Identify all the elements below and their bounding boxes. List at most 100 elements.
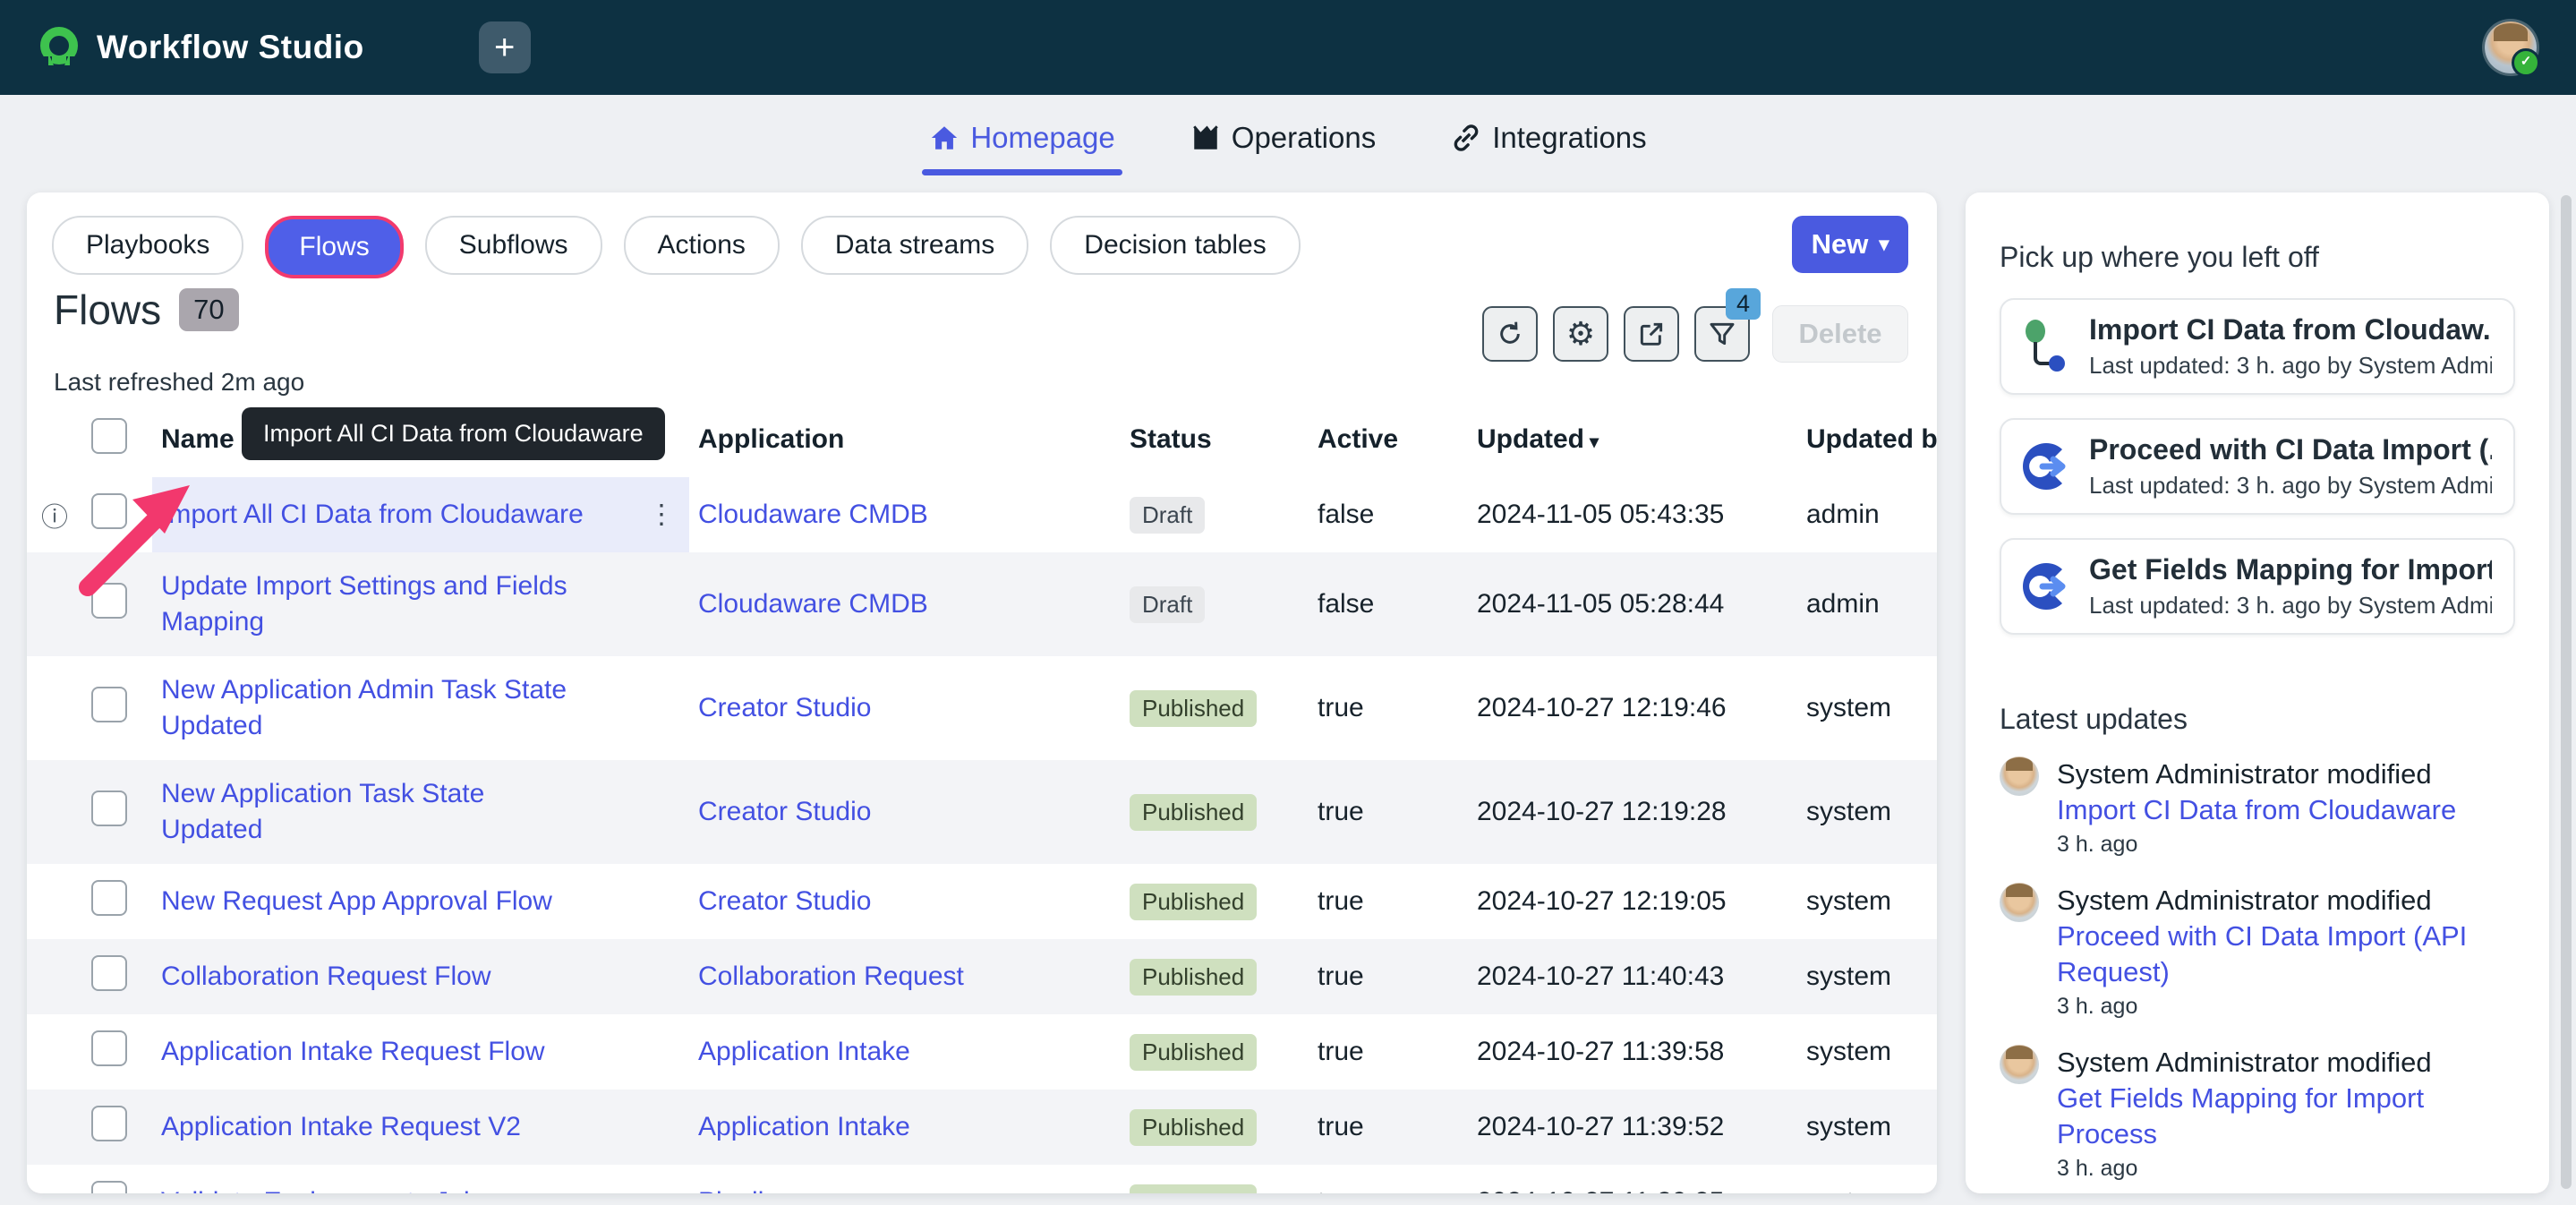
col-header-active[interactable]: Active [1309, 406, 1468, 477]
row-name-tooltip: Import All CI Data from Cloudaware [242, 407, 665, 460]
table-toolbar: ⚙ 4 Delete [1482, 305, 1908, 363]
updated-by-value: system [1797, 656, 1937, 760]
pill-data-streams[interactable]: Data streams [801, 216, 1028, 275]
table-row: Application Intake Request Flow Applicat… [27, 1014, 1937, 1090]
flow-name-cell[interactable]: New Application Task State Updated [152, 760, 689, 864]
select-all-checkbox[interactable] [91, 418, 127, 454]
add-tab-button[interactable]: + [479, 21, 531, 73]
updated-value: 2024-10-27 11:39:25 [1468, 1165, 1797, 1193]
export-button[interactable] [1624, 306, 1679, 362]
application-link[interactable]: Creator Studio [689, 656, 1121, 760]
flow-name-cell[interactable]: New Application Admin Task State Updated [152, 656, 689, 760]
application-link[interactable]: Application Intake [689, 1090, 1121, 1165]
active-value: true [1309, 656, 1468, 760]
active-value: true [1309, 1165, 1468, 1193]
row-checkbox[interactable] [91, 955, 127, 991]
flow-name-cell[interactable]: Application Intake Request Flow [152, 1014, 689, 1090]
gear-icon: ⚙ [1566, 316, 1595, 353]
table-row: Application Intake Request V2 Applicatio… [27, 1090, 1937, 1165]
status-badge: Published [1130, 1034, 1257, 1071]
application-link[interactable]: Cloudaware CMDB [689, 552, 1121, 656]
filter-button[interactable]: 4 [1694, 306, 1750, 362]
updated-value: 2024-10-27 12:19:46 [1468, 656, 1797, 760]
pill-playbooks[interactable]: Playbooks [52, 216, 243, 275]
updated-value: 2024-10-27 11:39:58 [1468, 1014, 1797, 1090]
info-icon[interactable]: ⓘ [41, 503, 68, 533]
pickup-card[interactable]: Import CI Data from Cloudaw... Last upda… [2000, 298, 2515, 395]
update-item: System Administrator modified Import CI … [2000, 756, 2524, 858]
refresh-button[interactable] [1482, 306, 1538, 362]
pickup-section-title: Pick up where you left off [2000, 241, 2319, 274]
update-flow-link[interactable]: Proceed with CI Data Import (API Request… [2057, 919, 2524, 990]
pickup-card-title: Get Fields Mapping for Import... [2089, 553, 2492, 586]
pill-flows[interactable]: Flows [265, 216, 403, 278]
update-flow-link[interactable]: Import CI Data from Cloudaware [2057, 792, 2456, 828]
flows-panel: Playbooks Flows Subflows Actions Data st… [27, 192, 1937, 1193]
updated-by-value: system [1797, 1165, 1937, 1193]
col-header-updated[interactable]: Updated▾ [1468, 406, 1797, 477]
pickup-card[interactable]: Get Fields Mapping for Import... Last up… [2000, 538, 2515, 635]
pill-decision-tables[interactable]: Decision tables [1050, 216, 1300, 275]
flow-name-cell[interactable]: Import All CI Data from Cloudaware⋮ [152, 477, 689, 552]
col-header-application[interactable]: Application [689, 406, 1121, 477]
row-checkbox[interactable] [91, 1106, 127, 1141]
refresh-icon [1496, 320, 1524, 348]
table-row: New Application Admin Task State Updated… [27, 656, 1937, 760]
main-nav-tabs: Homepage Operations Integrations [0, 95, 2576, 181]
col-header-status[interactable]: Status [1121, 406, 1309, 477]
flow-name-cell[interactable]: Validate Environments Job [152, 1165, 689, 1193]
row-checkbox[interactable] [91, 493, 127, 529]
tab-operations[interactable]: Operations [1190, 95, 1376, 181]
row-checkbox[interactable] [91, 880, 127, 916]
page-title: Flows [54, 286, 161, 334]
row-checkbox[interactable] [91, 583, 127, 619]
col-header-updated-by[interactable]: Updated by [1797, 406, 1937, 477]
application-link[interactable]: Collaboration Request [689, 939, 1121, 1014]
tab-homepage[interactable]: Homepage [929, 95, 1114, 181]
row-checkbox[interactable] [91, 1181, 127, 1193]
updated-by-value: system [1797, 760, 1937, 864]
new-button[interactable]: New ▾ [1792, 216, 1908, 273]
user-avatar[interactable]: ✓ [2485, 21, 2537, 73]
updated-by-value: system [1797, 864, 1937, 939]
active-value: true [1309, 1090, 1468, 1165]
pickup-card[interactable]: Proceed with CI Data Import (... Last up… [2000, 418, 2515, 515]
application-link[interactable]: Creator Studio [689, 760, 1121, 864]
application-link[interactable]: Cloudaware CMDB [689, 477, 1121, 552]
row-checkbox[interactable] [91, 687, 127, 722]
pickup-card-subtitle: Last updated: 3 h. ago by System Adminis… [2089, 352, 2492, 380]
flow-name-cell[interactable]: Collaboration Request Flow [152, 939, 689, 1014]
flow-name-cell[interactable]: Application Intake Request V2 [152, 1090, 689, 1165]
flow-name-cell[interactable]: Update Import Settings and Fields Mappin… [152, 552, 689, 656]
delete-button[interactable]: Delete [1772, 305, 1908, 363]
active-value: true [1309, 760, 1468, 864]
filter-count-badge: 4 [1726, 288, 1761, 320]
kebab-menu-icon[interactable]: ⋮ [648, 500, 675, 531]
application-link[interactable]: Creator Studio [689, 864, 1121, 939]
pill-subflows[interactable]: Subflows [425, 216, 602, 275]
last-refreshed-text: Last refreshed 2m ago [54, 368, 304, 397]
integrations-link-icon [1451, 123, 1481, 153]
row-checkbox[interactable] [91, 1030, 127, 1066]
flows-table: Name Application Status Active Updated▾ … [27, 406, 1937, 1193]
settings-button[interactable]: ⚙ [1553, 306, 1608, 362]
table-row: Validate Environments Job Pipeline Publi… [27, 1165, 1937, 1193]
row-checkbox[interactable] [91, 791, 127, 826]
user-avatar [2000, 1045, 2039, 1084]
application-link[interactable]: Pipeline [689, 1165, 1121, 1193]
active-value: true [1309, 939, 1468, 1014]
list-heading: Flows 70 [54, 286, 239, 334]
status-badge: Published [1130, 690, 1257, 727]
active-value: true [1309, 1014, 1468, 1090]
flow-name-cell[interactable]: New Request App Approval Flow [152, 864, 689, 939]
tab-integrations[interactable]: Integrations [1451, 95, 1646, 181]
application-link[interactable]: Application Intake [689, 1014, 1121, 1090]
avatar-image [2494, 23, 2528, 41]
update-flow-link[interactable]: Get Fields Mapping for Import Process [2057, 1081, 2524, 1152]
workflow-studio-logo-icon [38, 26, 81, 69]
pill-actions[interactable]: Actions [624, 216, 780, 275]
latest-updates-list: System Administrator modified Import CI … [2000, 756, 2524, 1193]
page-scrollbar[interactable] [2561, 195, 2572, 1189]
table-row: Update Import Settings and Fields Mappin… [27, 552, 1937, 656]
export-icon [1637, 320, 1666, 348]
